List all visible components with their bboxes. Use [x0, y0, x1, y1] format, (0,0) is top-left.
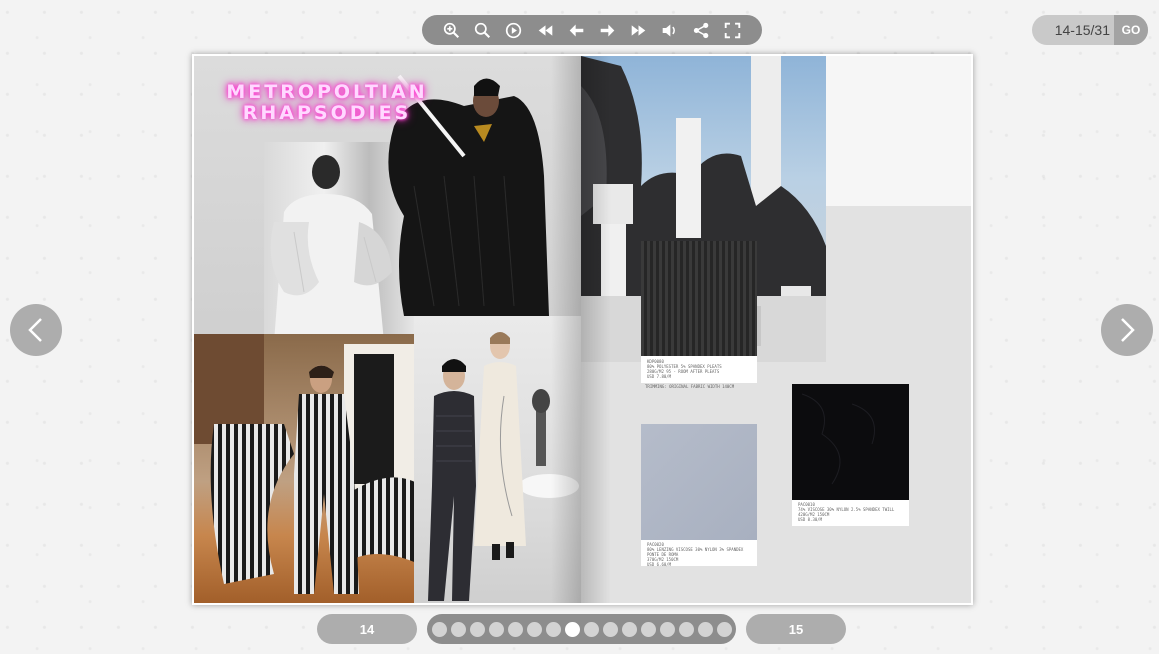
- fullscreen-icon: [724, 22, 741, 38]
- go-button[interactable]: GO: [1114, 15, 1148, 45]
- left-page-number-button[interactable]: 14: [317, 614, 417, 644]
- zoom-out-icon: [475, 22, 491, 38]
- page-number-input[interactable]: [1032, 15, 1114, 45]
- page-dot[interactable]: [659, 621, 675, 637]
- photo-striped-suit: [194, 334, 419, 603]
- swatch-label-2: PAC0020 80% LENZING VISCOSE 30% NYLON 3%…: [647, 542, 744, 567]
- swatch-label-1: KDP0080 80% POLYESTER 5% SPANDEX PLEATS …: [647, 359, 722, 379]
- page-indicator: GO: [1032, 15, 1148, 45]
- white-block: [826, 56, 971, 206]
- next-page-icon: [600, 24, 615, 36]
- page-dot[interactable]: [602, 621, 618, 637]
- chevron-right-icon: [1121, 318, 1135, 342]
- page-dot[interactable]: [621, 621, 637, 637]
- chevron-left-icon: [28, 318, 42, 342]
- page-dot[interactable]: [716, 621, 732, 637]
- swatch-fabric-pleated: [641, 241, 757, 356]
- page-dot[interactable]: [545, 621, 561, 637]
- page-dot[interactable]: [450, 621, 466, 637]
- next-page-button[interactable]: [597, 19, 619, 41]
- sound-button[interactable]: [659, 19, 681, 41]
- last-page-icon: [631, 24, 646, 36]
- swatch-card-2[interactable]: PAC0020 80% LENZING VISCOSE 30% NYLON 3%…: [641, 424, 757, 567]
- first-page-icon: [538, 24, 552, 36]
- photo-runway-models: [414, 316, 581, 603]
- last-page-button[interactable]: [628, 19, 650, 41]
- zoom-in-button[interactable]: [441, 19, 463, 41]
- share-button[interactable]: [690, 19, 712, 41]
- page-dot[interactable]: [469, 621, 485, 637]
- page-dot[interactable]: [507, 621, 523, 637]
- swatch-label-3: PAC0010 74% VISCOSE 30% NYLON 2.5% SPAND…: [798, 502, 895, 522]
- page-dot[interactable]: [526, 621, 542, 637]
- first-page-button[interactable]: [534, 19, 556, 41]
- swatch-note: TRIMMING: ORIGINAL FABRIC WIDTH 140CM: [645, 384, 735, 389]
- page-thumbnail-dots: [427, 614, 736, 644]
- page-dot[interactable]: [583, 621, 599, 637]
- flipbook-spread: METROPOLTIAN RHAPSODIES KDP0080 80% POLY…: [192, 54, 973, 605]
- page-dot[interactable]: [678, 621, 694, 637]
- page-dot[interactable]: [640, 621, 656, 637]
- page-dot[interactable]: [431, 621, 447, 637]
- page-dot[interactable]: [488, 621, 504, 637]
- page-dot[interactable]: [697, 621, 713, 637]
- zoom-in-icon: [443, 22, 460, 38]
- previous-page-icon: [569, 24, 584, 36]
- zoom-out-button[interactable]: [472, 19, 494, 41]
- viewer-toolbar: [422, 15, 762, 45]
- autoplay-icon: [506, 22, 522, 38]
- right-page[interactable]: KDP0080 80% POLYESTER 5% SPANDEX PLEATS …: [581, 56, 971, 603]
- previous-page-button[interactable]: [565, 19, 587, 41]
- swatch-fabric-ponte: [641, 424, 757, 540]
- autoplay-button[interactable]: [503, 19, 525, 41]
- previous-spread-button[interactable]: [10, 304, 62, 356]
- sound-icon: [663, 24, 676, 36]
- next-spread-button[interactable]: [1101, 304, 1153, 356]
- share-icon: [693, 22, 708, 38]
- right-page-number-button[interactable]: 15: [746, 614, 846, 644]
- spread-title: METROPOLTIAN RHAPSODIES: [226, 81, 428, 124]
- fullscreen-button[interactable]: [721, 19, 743, 41]
- swatch-card-1[interactable]: KDP0080 80% POLYESTER 5% SPANDEX PLEATS …: [641, 241, 757, 383]
- left-page[interactable]: METROPOLTIAN RHAPSODIES: [194, 56, 581, 603]
- swatch-fabric-twill: [792, 384, 909, 500]
- page-dot-active[interactable]: [564, 621, 580, 637]
- swatch-card-3[interactable]: PAC0010 74% VISCOSE 30% NYLON 2.5% SPAND…: [792, 384, 909, 526]
